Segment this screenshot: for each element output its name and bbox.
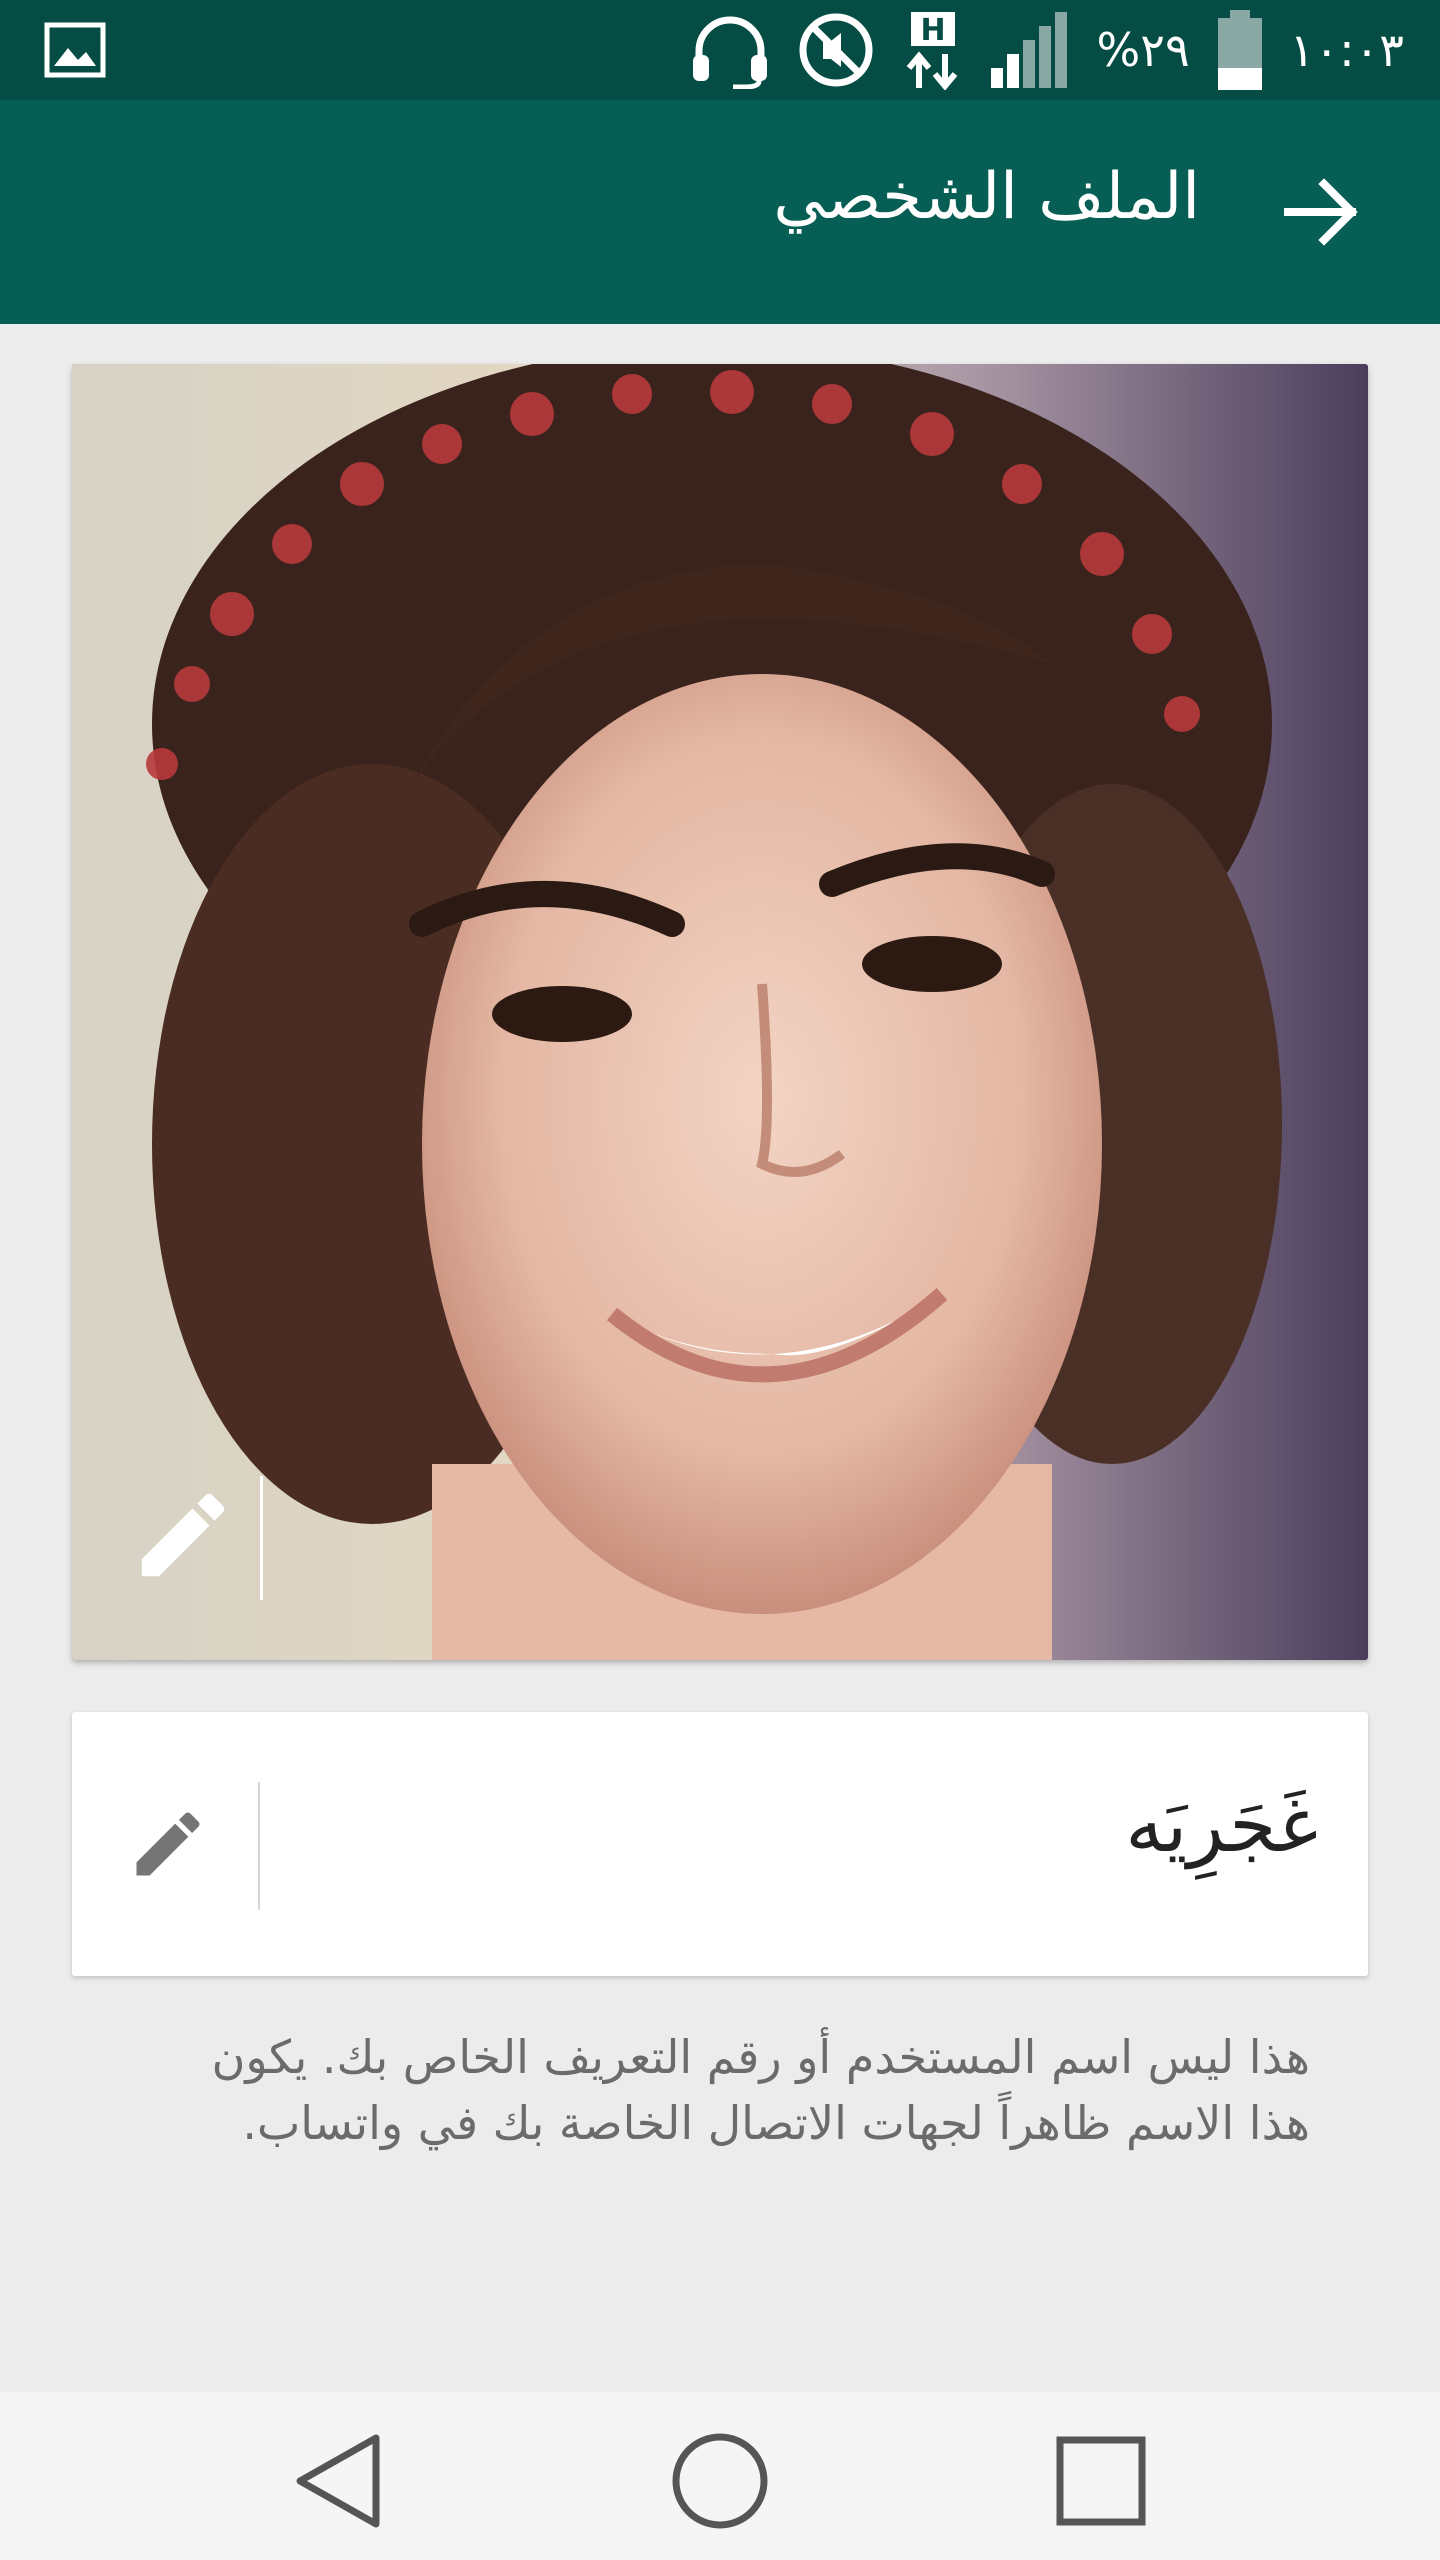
svg-text:H: H (920, 13, 945, 48)
battery-percent: %٢٩ (1096, 23, 1190, 77)
app-bar: الملف الشخصي (0, 100, 1440, 324)
navigation-bar (0, 2392, 1440, 2560)
gallery-icon (44, 22, 106, 78)
signal-icon (990, 12, 1067, 88)
profile-name: غَجَرِيَه (1125, 1780, 1318, 1869)
arrow-back-icon[interactable] (1284, 178, 1360, 246)
back-triangle-icon[interactable] (286, 2426, 396, 2536)
battery-icon (1217, 10, 1262, 90)
name-edit-divider (258, 1782, 260, 1910)
name-card[interactable]: غَجَرِيَه (72, 1712, 1368, 1976)
pencil-icon[interactable] (126, 1802, 210, 1886)
home-circle-icon[interactable] (665, 2426, 775, 2536)
photo-edit-divider (260, 1476, 263, 1600)
pencil-icon[interactable] (128, 1480, 238, 1590)
recents-square-icon[interactable] (1046, 2426, 1156, 2536)
profile-portrait (72, 364, 1368, 1660)
headset-icon (692, 16, 767, 89)
clock: ١٠:٠٣ (1289, 23, 1404, 77)
name-hint-text: هذا ليس اسم المستخدم أو رقم التعريف الخا… (211, 2030, 1310, 2150)
data-transfer-icon: H (906, 12, 957, 90)
status-bar: H %٢٩ ١٠:٠٣ (0, 0, 1440, 100)
profile-photo[interactable] (72, 364, 1368, 1660)
muted-icon (799, 13, 873, 87)
page-title: الملف الشخصي (773, 160, 1200, 234)
